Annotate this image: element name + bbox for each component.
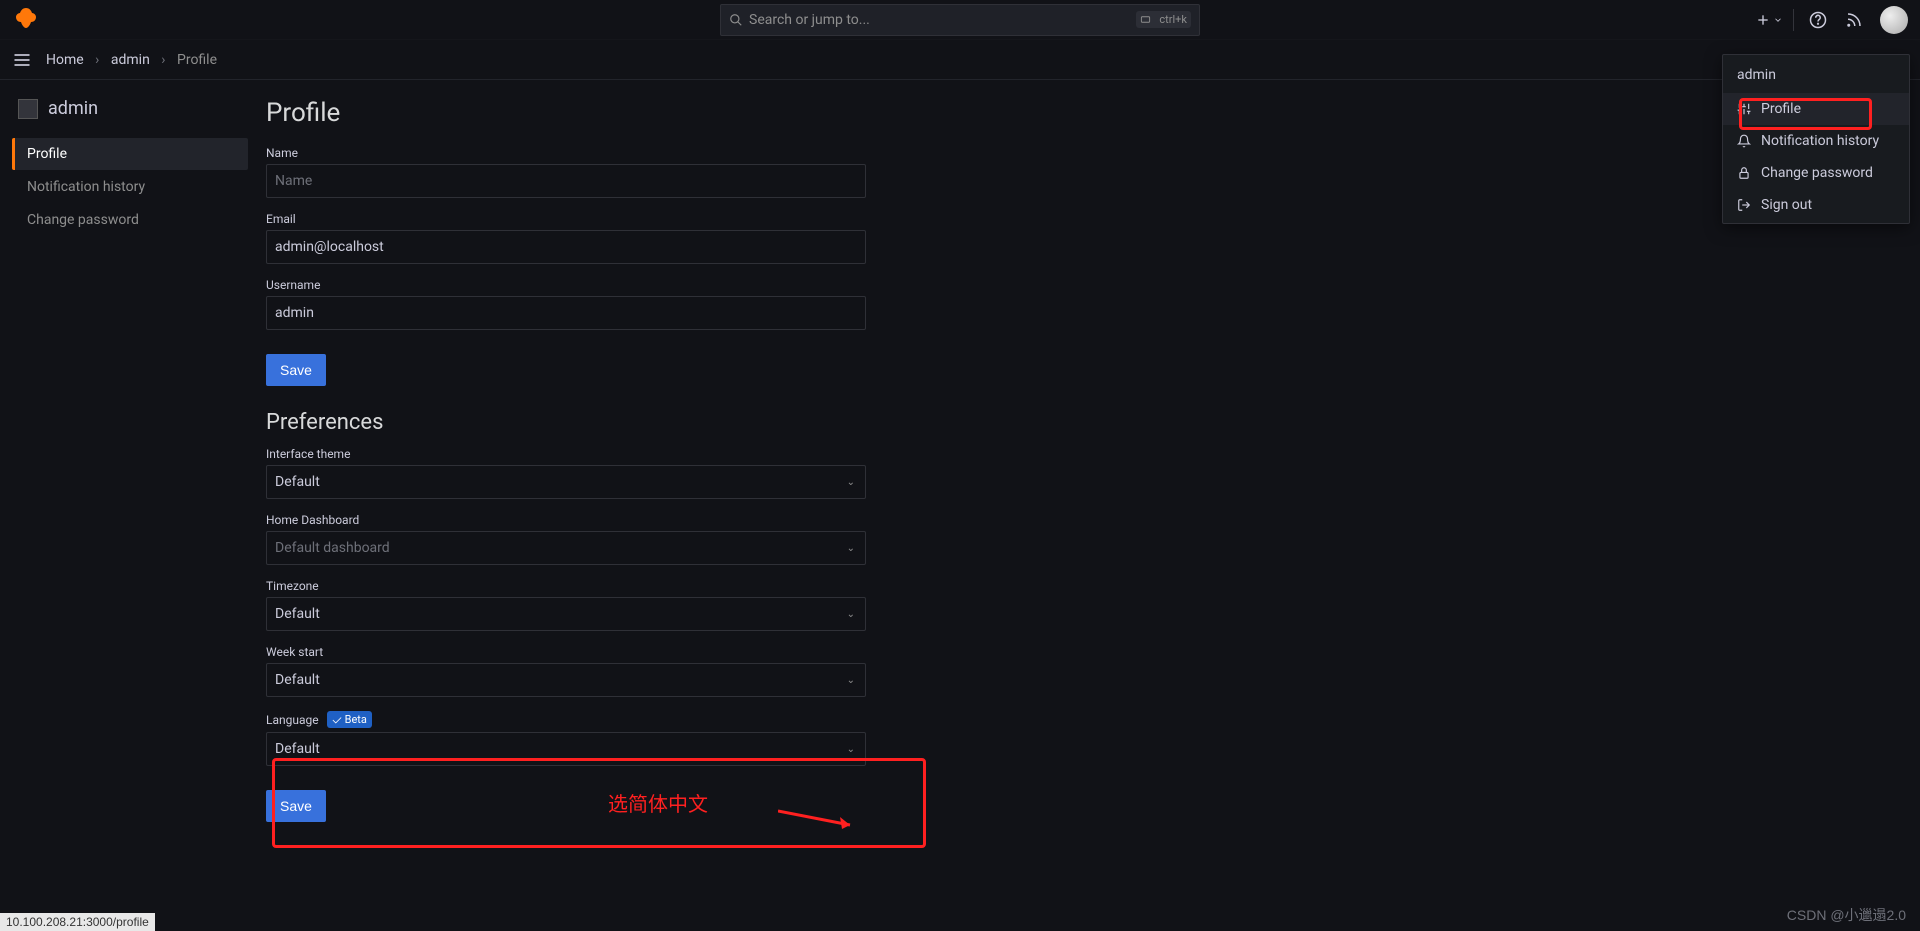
label-timezone: Timezone	[266, 579, 1646, 593]
sliders-icon	[1737, 102, 1751, 116]
sidebar-item-notification-history[interactable]: Notification history	[12, 171, 248, 203]
crumb-profile: Profile	[177, 52, 217, 68]
chevron-down-icon: ⌄	[847, 675, 855, 686]
save-prefs-button[interactable]: Save	[266, 790, 326, 822]
sidebar-item-change-password[interactable]: Change password	[12, 204, 248, 236]
bell-icon	[1737, 134, 1751, 148]
sidebar: admin Profile Notification history Chang…	[0, 80, 260, 931]
avatar[interactable]	[1880, 6, 1908, 34]
label-name: Name	[266, 146, 1646, 160]
label-theme: Interface theme	[266, 447, 1646, 461]
chevron-down-icon: ⌄	[847, 609, 855, 620]
user-menu-sign-out[interactable]: Sign out	[1723, 189, 1909, 221]
main: Profile Name Name Email admin@localhost …	[260, 80, 1920, 931]
crumb-home[interactable]: Home	[46, 52, 84, 68]
week-start-select[interactable]: Default⌄	[266, 663, 866, 697]
page-title: Profile	[266, 98, 1646, 128]
chevron-down-icon: ⌄	[847, 543, 855, 554]
rss-icon[interactable]	[1838, 4, 1870, 36]
annotation-arrow-icon	[778, 805, 868, 835]
divider	[1793, 9, 1794, 31]
prefs-heading: Preferences	[266, 410, 1646, 435]
topbar: Search or jump to... ctrl+k	[0, 0, 1920, 40]
sidebar-title: admin	[12, 88, 248, 137]
user-menu: admin Profile Notification history Chang…	[1722, 54, 1910, 224]
help-icon[interactable]	[1802, 4, 1834, 36]
name-input[interactable]: Name	[266, 164, 866, 198]
email-input[interactable]: admin@localhost	[266, 230, 866, 264]
search-placeholder: Search or jump to...	[749, 12, 1136, 28]
timezone-select[interactable]: Default⌄	[266, 597, 866, 631]
label-username: Username	[266, 278, 1646, 292]
nav-row: Home › admin › Profile	[0, 40, 1920, 80]
chevron-down-icon: ⌄	[847, 477, 855, 488]
signout-icon	[1737, 198, 1751, 212]
user-icon	[18, 99, 38, 119]
chevron-down-icon: ⌄	[847, 744, 855, 755]
label-email: Email	[266, 212, 1646, 226]
label-week-start: Week start	[266, 645, 1646, 659]
grafana-logo-icon[interactable]	[12, 6, 38, 34]
user-menu-profile[interactable]: Profile	[1723, 93, 1909, 125]
language-select[interactable]: Default⌄	[266, 732, 866, 766]
user-menu-header: admin	[1723, 57, 1909, 93]
watermark: CSDN @小邋遢2.0	[1787, 905, 1906, 925]
topbar-right	[1753, 4, 1908, 36]
username-input[interactable]: admin	[266, 296, 866, 330]
theme-select[interactable]: Default⌄	[266, 465, 866, 499]
sidebar-item-profile[interactable]: Profile	[12, 138, 248, 170]
user-menu-notification-history[interactable]: Notification history	[1723, 125, 1909, 157]
breadcrumb: Home › admin › Profile	[46, 52, 217, 68]
label-language: Language Beta	[266, 711, 1646, 728]
status-bar-url: 10.100.208.21:3000/profile	[0, 913, 155, 931]
lock-icon	[1737, 166, 1751, 180]
home-dashboard-select[interactable]: Default dashboard⌄	[266, 531, 866, 565]
crumb-admin[interactable]: admin	[111, 52, 150, 68]
beta-badge: Beta	[327, 711, 372, 728]
search-input[interactable]: Search or jump to... ctrl+k	[720, 4, 1200, 36]
menu-toggle-icon[interactable]	[12, 50, 32, 70]
search-kbd-hint: ctrl+k	[1136, 11, 1191, 28]
label-home-dashboard: Home Dashboard	[266, 513, 1646, 527]
add-button[interactable]	[1753, 4, 1785, 36]
annotation-text: 选简体中文	[608, 788, 708, 817]
user-menu-change-password[interactable]: Change password	[1723, 157, 1909, 189]
save-profile-button[interactable]: Save	[266, 354, 326, 386]
